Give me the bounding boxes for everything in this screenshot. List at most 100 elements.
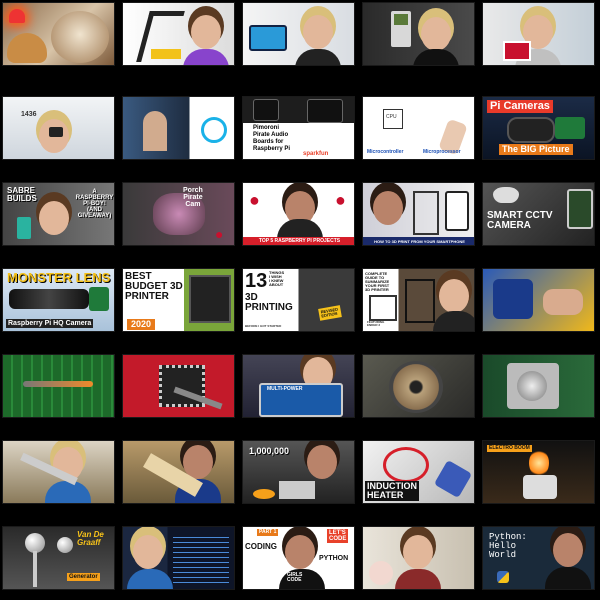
bowl-image [369,561,393,585]
audio-board-image [307,99,343,123]
video-thumbnail[interactable]: 1,000,000 [242,440,355,504]
induction-coil-image [383,447,429,483]
thumb-title: 3D PRINTING [245,292,293,313]
video-thumbnail[interactable] [122,2,235,66]
brand-logo: sparkfun [303,151,329,157]
printer-image [369,295,397,321]
candle-image [523,475,557,499]
flame-image [529,449,549,477]
video-thumbnail[interactable]: CPU Microcontroller Microprocessor [362,96,475,160]
thumb-title: Van De Graaff [77,530,104,547]
hand-image [543,289,583,315]
thumb-title: Python: Hello World [489,532,527,560]
video-thumbnail[interactable]: HOW TO 3D PRINT FROM YOUR SMARTPHONE [362,182,475,246]
printer-image [405,279,435,323]
cctv-camera-image [493,187,519,203]
thumb-title: 1,000,000 [249,446,290,456]
person-face [373,191,403,225]
van-de-graaff-image [57,537,73,553]
camera-board-image [555,117,585,139]
cat-image [51,11,109,63]
thumb-subtitle: Raspberry Pi HQ Camera [6,319,94,328]
video-thumbnail[interactable]: SMART CCTV CAMERA [482,182,595,246]
video-thumbnail[interactable]: COMPLETE GUIDE TO SUMMARIZE YOUR FIRST 3… [362,268,475,332]
thumb-year: 2020 [127,319,156,330]
video-thumbnail[interactable]: 1436 [2,96,115,160]
video-thumbnail[interactable]: MULTI-POWER [242,354,355,418]
part-badge: PART 1 [257,529,279,536]
siren-icon [9,9,25,23]
python-logo-icon [497,571,509,583]
person-face [553,533,583,567]
video-thumbnail[interactable] [482,354,595,418]
robot-car-image [249,25,287,51]
camera-board-image [89,287,109,311]
video-thumbnail[interactable]: Python: Hello World [482,526,595,590]
thumb-title: COMPLETE GUIDE TO SUMMARIZE YOUR FIRST 3… [365,271,390,292]
video-thumbnail[interactable] [122,526,235,590]
thumbnail-grid: 1436 Pimoroni Pirate Audio Boards for Ra… [0,0,600,600]
person-face [191,15,221,49]
raspberry-pi-logo: ● [249,190,260,210]
video-thumbnail[interactable] [362,2,475,66]
thumb-subtitle: Generator [67,573,100,581]
video-thumbnail[interactable] [482,2,595,66]
video-thumbnail[interactable] [362,526,475,590]
video-thumbnail[interactable] [122,440,235,504]
person-face [421,17,451,51]
video-thumbnail[interactable] [2,354,115,418]
video-thumbnail[interactable] [122,354,235,418]
phone-image [567,189,593,229]
phone-image [445,191,469,231]
thumb-title: PYTHON [319,555,349,562]
person-face [439,279,469,313]
soldering-tip-image [23,381,93,387]
video-thumbnail[interactable]: SABRE BUILDS A RASPBERRY PI-BOY! (AND GI… [2,182,115,246]
thumb-number: 13 [245,270,268,292]
dog-image [7,33,47,63]
alexa-icon [201,117,227,143]
video-thumbnail[interactable]: ELECTRO BOOM [482,440,595,504]
video-thumbnail[interactable]: Van De Graaff Generator [2,526,115,590]
thumb-title: HOW TO 3D PRINT FROM YOUR SMARTPHONE [363,237,474,245]
clock-text: 1436 [21,111,37,118]
thumb-title: BEST BUDGET 3D PRINTER [125,271,183,302]
video-thumbnail[interactable]: ● ● TOP 5 RASPBERRY PI PROJECTS [242,182,355,246]
person-face [403,535,433,569]
video-thumbnail[interactable] [362,354,475,418]
camera-lens-image [507,117,555,143]
person-face [303,15,333,49]
thumb-title: SABRE BUILDS [7,186,37,203]
raspberry-pi-logo: ● [335,190,346,210]
electroboom-logo [253,489,275,499]
video-thumbnail[interactable] [2,2,115,66]
thumb-title: INDUCTION HEATER [365,481,419,501]
person-face [307,445,337,479]
video-thumbnail[interactable] [242,2,355,66]
video-thumbnail[interactable] [122,96,235,160]
video-thumbnail[interactable]: Pimoroni Pirate Audio Boards for Raspber… [242,96,355,160]
video-thumbnail[interactable]: BEST BUDGET 3D PRINTER 2020 [122,268,235,332]
video-thumbnail[interactable]: MONSTER LENS Raspberry Pi HQ Camera [2,268,115,332]
thumb-title: Pi Cameras [487,100,553,113]
video-thumbnail[interactable]: Pi Cameras The BIG Picture [482,96,595,160]
video-thumbnail[interactable] [2,440,115,504]
video-thumbnail[interactable]: PART 1 CODING PYTHON LET'S CODE GIRLS CO… [242,526,355,590]
video-thumbnail[interactable]: Porch Pirate Cam ● [122,182,235,246]
video-thumbnail[interactable]: 13 THINGS I WISH I KNEW ABOUT 3D PRINTIN… [242,268,355,332]
person-silhouette [143,111,167,151]
soldering-station-image [493,279,533,319]
thumb-subtitle: A RASPBERRY PI-BOY! (AND GIVEAWAY) [75,189,114,219]
thumb-title: CODING [245,542,277,551]
electroboom-logo: ELECTRO BOOM [487,445,532,452]
gadget-image [279,481,315,499]
printer-image [189,275,231,323]
video-thumbnail[interactable] [482,268,595,332]
thumb-title: SMART CCTV CAMERA [487,210,553,231]
thumb-title: TOP 5 RASPBERRY PI PROJECTS [243,237,354,245]
video-thumbnail[interactable]: INDUCTION HEATER [362,440,475,504]
induction-coil-image [433,459,473,499]
van-de-graaff-image [25,533,45,553]
pi-box-image [503,41,531,61]
thumb-title: Porch Pirate Cam [183,187,203,208]
